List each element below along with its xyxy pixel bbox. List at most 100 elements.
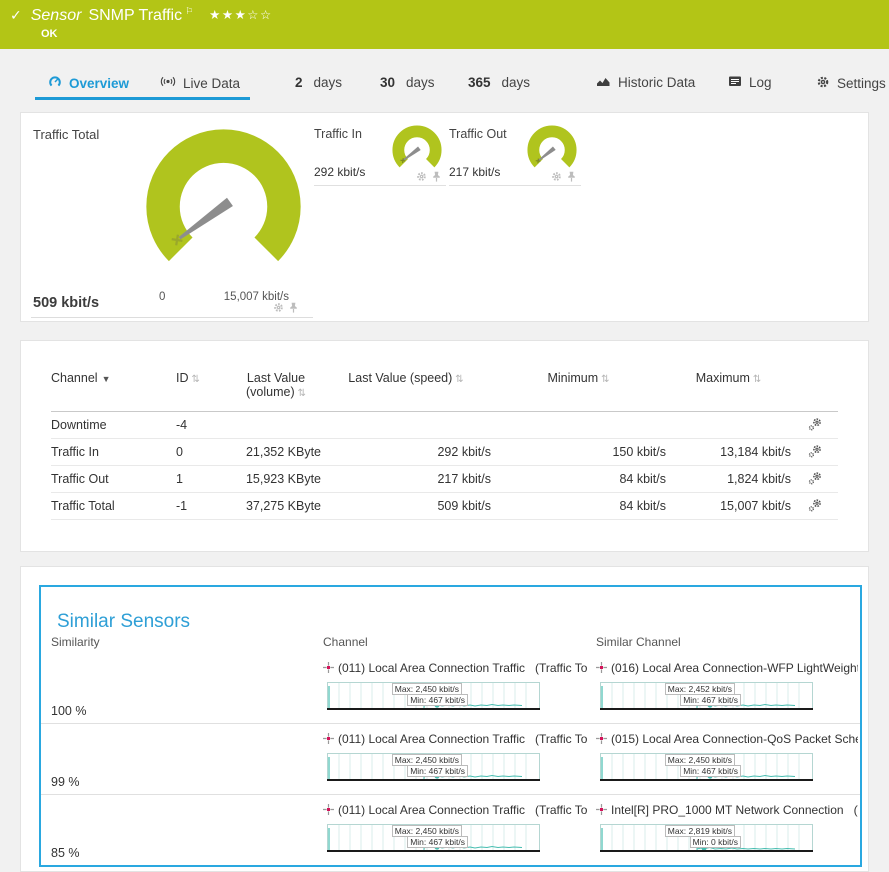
status-ok-check-icon: ✓ — [10, 7, 22, 24]
cell-channel: Traffic In — [51, 439, 176, 466]
sparkline-min-label: Min: 467 kbit/s — [407, 765, 468, 777]
similar-sensors-panel: Similar Sensors Similarity Channel Simil… — [20, 566, 869, 872]
crosshair-move-icon — [596, 733, 607, 744]
tab-settings[interactable]: Settings — [816, 75, 886, 92]
similar-row: 99 % (011) Local Area Connection Traffic… — [41, 723, 860, 794]
priority-star-rating[interactable]: ★★★☆☆ — [209, 7, 273, 22]
traffic-total-gauge — [136, 119, 311, 294]
similar-channel-cell: (015) Local Area Connection-QoS Packet S… — [596, 732, 858, 781]
sparkline-min-label: Min: 467 kbit/s — [680, 765, 741, 777]
cell-id: 0 — [176, 439, 231, 466]
cell-channel: Traffic Total — [51, 493, 176, 520]
col-similarity: Similarity — [51, 635, 100, 649]
similarity-value: 85 % — [51, 846, 80, 860]
similar-row: 100 % (011) Local Area Connection Traffi… — [41, 653, 860, 723]
channel-cell: (011) Local Area Connection Traffic(Traf… — [323, 803, 593, 852]
sensor-status-badge: OK — [41, 28, 58, 40]
sort-icon: ⇅ — [601, 374, 609, 385]
sort-icon: ⇅ — [298, 388, 306, 399]
gauge-scale: 0 15,007 kbit/s — [159, 291, 289, 303]
similar-channel-cell: (016) Local Area Connection-WFP LightWei… — [596, 661, 858, 710]
channel-settings-gears-icon[interactable] — [808, 471, 822, 485]
col-header-speed[interactable]: Last Value (speed)⇅ — [321, 365, 491, 412]
channel-settings-gears-icon[interactable] — [808, 417, 822, 431]
similar-sensors-title: Similar Sensors — [57, 611, 190, 633]
col-channel: Channel — [323, 635, 368, 649]
col-header-maximum[interactable]: Maximum⇅ — [666, 365, 791, 412]
channel-cell: (011) Local Area Connection Traffic(Traf… — [323, 661, 593, 710]
similar-channel-link[interactable]: (016) Local Area Connection-WFP LightWei… — [596, 661, 858, 677]
channel-link[interactable]: (011) Local Area Connection Traffic(Traf… — [323, 661, 593, 677]
stars-filled[interactable]: ★★★ — [209, 8, 247, 22]
crosshair-move-icon — [596, 662, 607, 673]
tab-log[interactable]: Log — [728, 75, 772, 90]
channel-table-header-row: Channel▼ ID⇅ Last Value (volume)⇅ Last V… — [51, 365, 838, 412]
similarity-value: 100 % — [51, 704, 86, 718]
similar-channel-sparkline[interactable]: Max: 2,450 kbit/s Min: 467 kbit/s — [600, 753, 813, 781]
similar-channel-cell: Intel[R] PRO_1000 MT Network Connection(… — [596, 803, 858, 852]
table-row: Traffic Total -1 37,275 KByte 509 kbit/s… — [51, 493, 838, 520]
gauge-out-label: Traffic Out — [449, 127, 507, 141]
area-chart-icon — [596, 75, 611, 90]
pin-icon[interactable] — [431, 171, 442, 182]
similar-row: 85 % (011) Local Area Connection Traffic… — [41, 794, 860, 865]
gauge-out-block: Traffic Out 217 kbit/s — [449, 123, 581, 186]
sensor-title: SNMP Traffic — [88, 7, 182, 25]
similar-channel-sparkline[interactable]: Max: 2,452 kbit/s Min: 467 kbit/s — [600, 682, 813, 710]
gauge-in-block: Traffic In 292 kbit/s — [314, 123, 446, 186]
tab-365-days[interactable]: 365days — [468, 75, 530, 90]
gauge-scale-min: 0 — [159, 291, 165, 303]
similar-channel-link[interactable]: (015) Local Area Connection-QoS Packet S… — [596, 732, 858, 748]
gauge-total-actions — [273, 302, 299, 313]
sparkline-min-label: Min: 467 kbit/s — [407, 836, 468, 848]
cell-id: -4 — [176, 412, 231, 439]
gear-icon[interactable] — [273, 302, 284, 313]
pin-icon[interactable] — [288, 302, 299, 313]
cell-channel: Traffic Out — [51, 466, 176, 493]
table-row: Traffic Out 1 15,923 KByte 217 kbit/s 84… — [51, 466, 838, 493]
pin-icon[interactable] — [566, 171, 577, 182]
crosshair-move-icon — [323, 662, 334, 673]
traffic-out-gauge — [525, 123, 579, 177]
gauge-out-value: 217 kbit/s — [449, 165, 500, 179]
col-header-volume[interactable]: Last Value (volume)⇅ — [231, 365, 321, 412]
channel-link[interactable]: (011) Local Area Connection Traffic(Traf… — [323, 803, 593, 819]
channel-sparkline[interactable]: Max: 2,450 kbit/s Min: 467 kbit/s — [327, 682, 540, 710]
gauge-in-label: Traffic In — [314, 127, 362, 141]
gauge-in-value: 292 kbit/s — [314, 165, 365, 179]
tab-30-days[interactable]: 30days — [380, 75, 435, 90]
channel-settings-gears-icon[interactable] — [808, 444, 822, 458]
sort-desc-icon: ▼ — [102, 374, 111, 384]
channel-settings-gears-icon[interactable] — [808, 498, 822, 512]
tab-overview[interactable]: Overview — [48, 75, 129, 92]
col-header-minimum[interactable]: Minimum⇅ — [491, 365, 666, 412]
gauge-total-label: Traffic Total — [33, 127, 99, 142]
channel-sparkline[interactable]: Max: 2,450 kbit/s Min: 467 kbit/s — [327, 824, 540, 852]
stars-empty[interactable]: ☆☆ — [247, 8, 272, 22]
priority-flag-icon[interactable]: ⚐ — [185, 6, 193, 17]
gear-icon[interactable] — [551, 171, 562, 182]
similar-channel-link[interactable]: Intel[R] PRO_1000 MT Network Connection(… — [596, 803, 858, 819]
similar-channel-sparkline[interactable]: Max: 2,819 kbit/s Min: 0 kbit/s — [600, 824, 813, 852]
gauge-out-actions — [551, 171, 577, 182]
channel-cell: (011) Local Area Connection Traffic(Traf… — [323, 732, 593, 781]
sparkline-min-label: Min: 467 kbit/s — [407, 694, 468, 706]
col-header-channel[interactable]: Channel▼ — [51, 365, 176, 412]
crosshair-move-icon — [323, 733, 334, 744]
tab-live-data[interactable]: Live Data — [160, 75, 240, 91]
channel-link[interactable]: (011) Local Area Connection Traffic(Traf… — [323, 732, 593, 748]
tab-historic-data[interactable]: Historic Data — [596, 75, 695, 90]
channel-table-panel: Channel▼ ID⇅ Last Value (volume)⇅ Last V… — [20, 340, 869, 552]
col-header-id[interactable]: ID⇅ — [176, 365, 231, 412]
table-row: Downtime -4 — [51, 412, 838, 439]
similar-sensors-box: Similar Sensors Similarity Channel Simil… — [39, 585, 862, 867]
channel-sparkline[interactable]: Max: 2,450 kbit/s Min: 467 kbit/s — [327, 753, 540, 781]
object-kind-label: Sensor — [31, 7, 82, 25]
tab-2-days[interactable]: 2days — [295, 75, 342, 90]
tab-bar: Overview Live Data 2days 30days 365days … — [0, 49, 889, 106]
prtg-sensor-page: { "colors": { "brand_green": "#b3c516", … — [0, 0, 889, 872]
gear-icon[interactable] — [416, 171, 427, 182]
traffic-in-gauge — [390, 123, 444, 177]
overview-gauge-icon — [48, 75, 62, 92]
divider — [31, 317, 313, 318]
